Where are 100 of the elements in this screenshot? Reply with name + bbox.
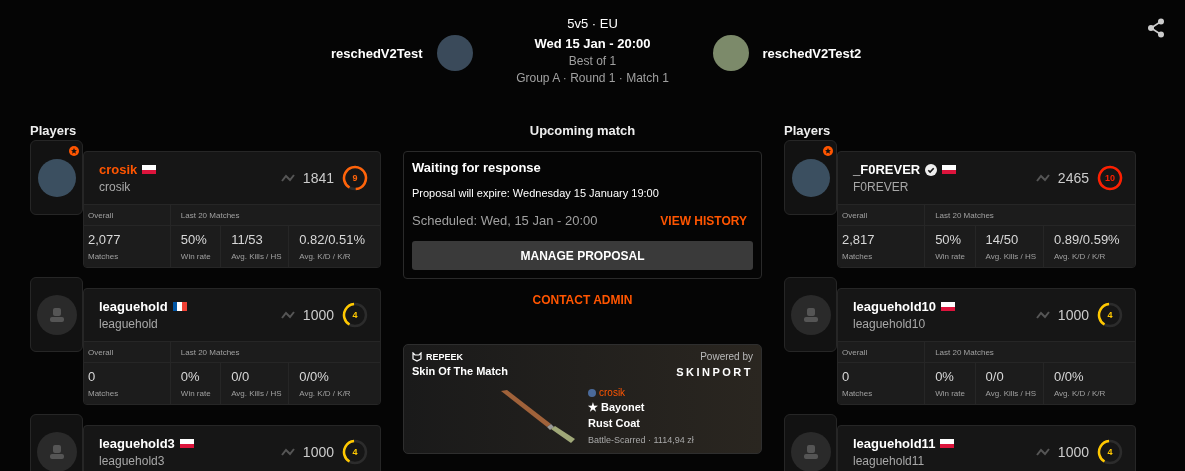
skill-level-number: 4: [352, 447, 358, 457]
poland-flag-icon: [941, 302, 956, 311]
stat-value: 50%: [180, 232, 208, 247]
stats-header: Last 20 Matches: [924, 342, 1135, 363]
stat-label: Avg. K/D / K/R: [1053, 252, 1107, 261]
elo-value: 1000: [302, 307, 334, 323]
owner-avatar-photo-placeholder: [588, 388, 596, 397]
stats-header: Last 20 Matches: [169, 342, 380, 363]
elo-value: 2465: [1057, 170, 1089, 186]
team-name[interactable]: reschedV2Test: [330, 45, 423, 61]
stat-value: 0/0%: [299, 369, 330, 384]
elo-trend-icon: [1035, 174, 1050, 182]
skill-level-number: 4: [1107, 310, 1113, 320]
skin-card-title: Skin Of The Match: [412, 365, 509, 377]
poland-flag-icon: [179, 439, 194, 448]
game-nickname: leaguehold3: [99, 454, 166, 468]
player-nickname[interactable]: _F0REVER: [853, 162, 921, 177]
skill-level-gauge: [1097, 165, 1123, 191]
partner-logo-text[interactable]: SKINPORT: [676, 366, 753, 378]
view-history-link[interactable]: VIEW HISTORY: [660, 213, 747, 228]
match-stage: Group A · Round 1 · Match 1: [516, 71, 669, 85]
skill-level-gauge: [342, 165, 368, 191]
stat-label: Win rate: [935, 389, 966, 398]
stats-header: Overall: [84, 342, 170, 363]
brand-logo-icon: [412, 352, 422, 362]
stat-value: 0/0%: [1053, 369, 1085, 384]
france-flag-icon: [172, 302, 187, 311]
skill-level-gauge: [342, 439, 368, 465]
player-nickname[interactable]: leaguehold: [99, 299, 168, 314]
avatar-photo-placeholder: [37, 158, 76, 197]
game-nickname: F0REVER: [853, 180, 910, 194]
stat-label: Avg. Kills / HS: [985, 252, 1038, 261]
stat-label: Win rate: [935, 252, 966, 261]
player-nickname[interactable]: leaguehold11: [853, 436, 936, 451]
skill-level-gauge: [1097, 302, 1123, 328]
best-of: Best of 1: [568, 54, 617, 68]
elo-trend-icon: [280, 448, 295, 456]
skin-finish: Rust Coat: [588, 417, 641, 429]
elo-value: 1000: [302, 444, 334, 460]
skill-level-number: 10: [1105, 173, 1115, 183]
share-icon[interactable]: [1147, 18, 1165, 38]
stat-label: Avg. Kills / HS: [231, 252, 283, 261]
game-nickname: leaguehold11: [853, 454, 926, 468]
brand-name: REPEEK: [426, 352, 463, 362]
stat-value: 0.82/0.51%: [299, 232, 366, 247]
stat-value: 0.89/0.59%: [1053, 232, 1121, 247]
skill-level-gauge: [342, 302, 368, 328]
match-date: Wed 15 Jan - 20:00: [534, 36, 651, 51]
powered-by-label: Powered by: [700, 351, 753, 362]
stat-value: 0: [88, 369, 97, 384]
elo-value: 1841: [302, 170, 334, 186]
poland-flag-icon: [942, 165, 957, 174]
stats-header: Last 20 Matches: [924, 205, 1135, 226]
stat-value: 11/53: [231, 232, 264, 247]
stats-header: Overall: [838, 342, 925, 363]
player-nickname[interactable]: crosik: [99, 162, 138, 177]
section-title: Upcoming match: [528, 123, 637, 140]
players-title: Players: [30, 123, 78, 140]
skill-level-gauge: [1097, 439, 1123, 465]
stats-header: Overall: [838, 205, 925, 226]
stat-label: Matches: [88, 252, 120, 261]
elo-value: 1000: [1057, 444, 1089, 460]
player-nickname[interactable]: leaguehold10: [853, 299, 937, 314]
stat-value: 0/0: [231, 369, 251, 384]
skill-level-number: 4: [352, 310, 358, 320]
game-nickname: leaguehold: [99, 317, 159, 331]
elo-value: 1000: [1057, 307, 1089, 323]
stat-value: 0: [842, 369, 851, 384]
elo-trend-icon: [280, 311, 295, 319]
player-nickname[interactable]: leaguehold3: [99, 436, 175, 451]
proposal-expiry: Proposal will expire: Wednesday 15 January 19:00: [412, 187, 660, 199]
stat-value: 14/50: [985, 232, 1020, 247]
elo-trend-icon: [280, 174, 295, 182]
stat-label: Matches: [842, 389, 874, 398]
stat-label: Matches: [842, 252, 874, 261]
stat-label: Avg. Kills / HS: [985, 389, 1038, 398]
skill-level-number: 4: [1107, 447, 1113, 457]
stats-header: Overall: [84, 205, 170, 226]
avatar-photo-placeholder: [791, 158, 830, 197]
stat-label: Avg. Kills / HS: [231, 389, 283, 398]
skin-details: Battle-Scarred · 1114,94 zł: [588, 435, 694, 445]
stat-value: 0%: [180, 369, 201, 384]
stat-value: 0/0: [985, 369, 1005, 384]
game-nickname: crosik: [99, 180, 132, 194]
contact-admin-link[interactable]: CONTACT ADMIN: [532, 293, 633, 307]
game-nickname: leaguehold10: [853, 317, 927, 331]
poland-flag-icon: [940, 439, 955, 448]
manage-proposal-button[interactable]: MANAGE PROPOSAL: [412, 241, 753, 270]
stat-value: 0%: [935, 369, 955, 384]
skin-owner-name[interactable]: crosik: [599, 387, 626, 398]
stat-label: Avg. K/D / K/R: [299, 389, 352, 398]
team-name[interactable]: reschedV2Test2: [762, 45, 862, 61]
stat-label: Win rate: [180, 252, 212, 261]
stat-label: Win rate: [180, 389, 212, 398]
weapon-name: ★ Bayonet: [588, 401, 646, 414]
star-badge-icon: [69, 146, 79, 156]
stat-value: 50%: [935, 232, 963, 247]
scheduled-time: Scheduled: Wed, 15 Jan - 20:00: [412, 213, 598, 228]
star-badge-icon: [823, 146, 833, 156]
team-avatar-photo-placeholder: [436, 35, 473, 71]
